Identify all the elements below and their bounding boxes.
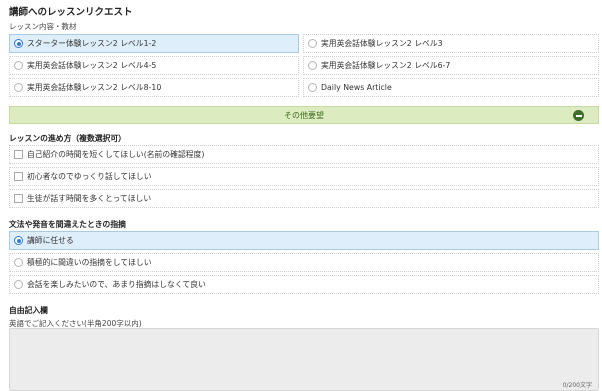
material-option-practical-4-5[interactable]: 実用英会話体験レッスン2 レベル4-5 (9, 56, 299, 75)
checkbox-icon (14, 172, 23, 181)
page-title: 講師へのレッスンリクエスト (9, 7, 133, 18)
material-option-label: スターター体験レッスン2 レベル1-2 (27, 39, 157, 48)
checkbox-icon (14, 150, 23, 159)
progress-option-label: 生徒が話す時間を多くとってほしい (27, 194, 152, 203)
material-label: レッスン内容・教材 (9, 22, 77, 31)
radio-icon (14, 61, 23, 70)
material-option-starter-1-2[interactable]: スターター体験レッスン2 レベル1-2 (9, 34, 299, 53)
free-text-area[interactable]: 0/200文字 (9, 328, 599, 391)
radio-selected-icon (14, 236, 23, 245)
progress-option-short-intro[interactable]: 自己紹介の時間を短くしてほしい(名前の確認程度) (9, 145, 599, 164)
material-option-label: 実用英会話体験レッスン2 レベル6-7 (321, 61, 451, 70)
material-option-label: 実用英会話体験レッスン2 レベル8-10 (27, 83, 162, 92)
correction-option-minimal[interactable]: 会話を楽しみたいので、あまり指摘はしなくて良い (9, 275, 599, 294)
progress-option-speak-slowly[interactable]: 初心者なのでゆっくり話してほしい (9, 167, 599, 186)
radio-icon (308, 39, 317, 48)
progress-section-heading: レッスンの進め方（複数選択可） (9, 134, 126, 143)
progress-option-more-student-talk[interactable]: 生徒が話す時間を多くとってほしい (9, 189, 599, 208)
more-requests-label: その他要望 (284, 110, 324, 120)
material-option-practical-6-7[interactable]: 実用英会話体験レッスン2 レベル6-7 (303, 56, 599, 75)
material-option-practical-8-10[interactable]: 実用英会話体験レッスン2 レベル8-10 (9, 78, 299, 97)
free-section-heading: 自由記入欄 (9, 306, 48, 315)
progress-option-label: 初心者なのでゆっくり話してほしい (27, 172, 152, 181)
radio-icon (308, 83, 317, 92)
progress-option-label: 自己紹介の時間を短くしてほしい(名前の確認程度) (27, 150, 205, 159)
material-option-daily-news[interactable]: Daily News Article (303, 78, 599, 97)
character-counter: 0/200文字 (562, 382, 592, 389)
more-requests-toggle[interactable]: その他要望 (9, 106, 599, 124)
correction-option-actively[interactable]: 積極的に間違いの指摘をしてほしい (9, 253, 599, 272)
correction-option-teacher-decides[interactable]: 講師に任せる (9, 231, 599, 250)
radio-icon (308, 61, 317, 70)
material-option-label: Daily News Article (321, 83, 392, 92)
checkbox-icon (14, 194, 23, 203)
correction-option-label: 積極的に間違いの指摘をしてほしい (27, 258, 152, 267)
correction-section-heading: 文法や発音を間違えたときの指摘 (9, 220, 126, 229)
material-option-practical-3[interactable]: 実用英会話体験レッスン2 レベル3 (303, 34, 599, 53)
material-option-label: 実用英会話体験レッスン2 レベル4-5 (27, 61, 157, 70)
minus-circle-icon[interactable] (573, 110, 584, 121)
radio-icon (14, 83, 23, 92)
correction-option-label: 会話を楽しみたいので、あまり指摘はしなくて良い (27, 280, 206, 289)
material-option-label: 実用英会話体験レッスン2 レベル3 (321, 39, 443, 48)
radio-selected-icon (14, 39, 23, 48)
radio-icon (14, 280, 23, 289)
radio-icon (14, 258, 23, 267)
correction-option-label: 講師に任せる (27, 236, 74, 245)
